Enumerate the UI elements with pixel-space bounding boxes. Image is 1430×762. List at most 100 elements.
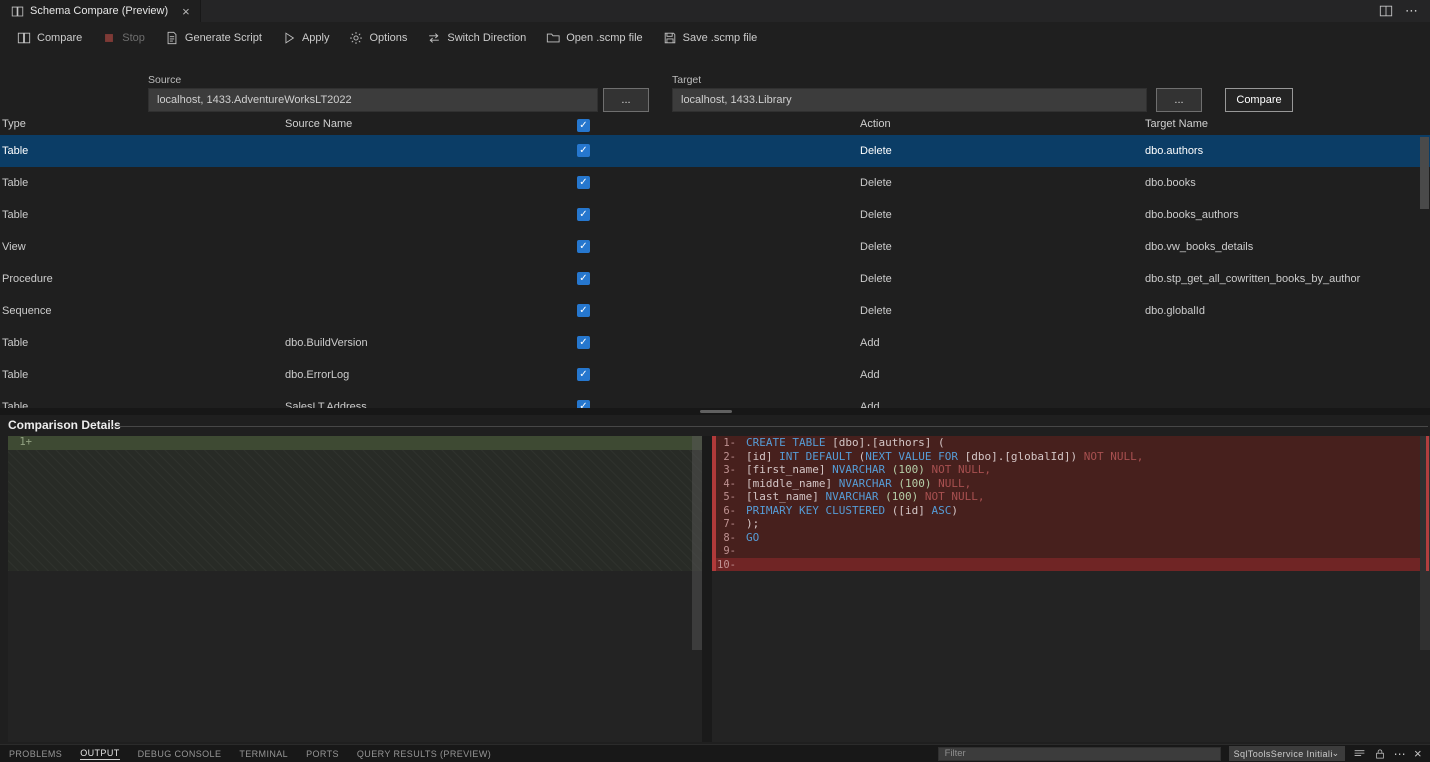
cell-action: Add	[860, 401, 880, 408]
diff-target-scrollbar[interactable]	[1420, 436, 1430, 650]
chevron-down-icon: ⌄	[1332, 748, 1340, 759]
grid-scrollbar[interactable]	[1420, 137, 1429, 405]
row-include-checkbox[interactable]: ✓	[577, 272, 590, 285]
panel-close-icon[interactable]: ×	[1414, 746, 1422, 761]
row-include-checkbox[interactable]: ✓	[577, 400, 590, 408]
generate-script-icon	[165, 31, 179, 45]
toolbar-generate-script-button[interactable]: Generate Script	[156, 27, 271, 49]
diff-code-line: 8-GO	[712, 531, 1420, 545]
code-token: CREATE TABLE	[746, 436, 832, 449]
header-checkbox[interactable]: ✓	[577, 119, 590, 132]
cell-action: Delete	[860, 145, 892, 157]
table-row[interactable]: Tabledbo.BuildVersionAdd✓	[0, 327, 1430, 359]
diff-source-scrollbar[interactable]	[692, 436, 702, 650]
lock-scroll-icon[interactable]	[1374, 748, 1386, 760]
target-label: Target	[672, 74, 701, 86]
cell-action: Delete	[860, 305, 892, 317]
code-token: INT DEFAULT	[779, 450, 858, 463]
panel-tab-query-results-preview[interactable]: QUERY RESULTS (PREVIEW)	[348, 745, 500, 762]
table-row[interactable]: TableDeletedbo.books_authors✓	[0, 199, 1430, 231]
row-include-checkbox[interactable]: ✓	[577, 368, 590, 381]
code-token: (100)	[898, 477, 938, 490]
compare-button[interactable]: Compare	[1225, 88, 1293, 112]
diff-code-line: 2-[id] INT DEFAULT (NEXT VALUE FOR [dbo]…	[712, 450, 1420, 464]
schema-compare-window: Schema Compare (Preview) × ⋯ CompareStop…	[0, 0, 1430, 762]
column-type[interactable]: Type	[2, 118, 26, 130]
table-row[interactable]: TableDeletedbo.authors✓	[0, 135, 1430, 167]
target-input[interactable]	[672, 88, 1147, 112]
column-action[interactable]: Action	[860, 118, 891, 130]
panel-more-actions-icon[interactable]: ⋯	[1394, 747, 1406, 761]
code-token: GO	[746, 531, 759, 544]
tab-schema-compare[interactable]: Schema Compare (Preview) ×	[0, 0, 201, 22]
column-target-name[interactable]: Target Name	[1145, 118, 1208, 130]
code-token: [id]	[746, 450, 779, 463]
row-include-checkbox[interactable]: ✓	[577, 304, 590, 317]
cell-type: Sequence	[2, 305, 52, 317]
cell-type: Table	[2, 209, 28, 221]
diff-source-filler-region	[8, 450, 702, 572]
table-row[interactable]: TableDeletedbo.books✓	[0, 167, 1430, 199]
toolbar-save-scmp-button[interactable]: Save .scmp file	[654, 27, 767, 49]
diff-line-number: 5-	[712, 491, 746, 505]
split-editor-icon[interactable]	[1379, 4, 1393, 18]
cell-action: Add	[860, 369, 880, 381]
toolbar-apply-button[interactable]: Apply	[273, 27, 339, 49]
gear-icon	[349, 31, 363, 45]
source-browse-button[interactable]: ...	[603, 88, 649, 112]
splitter-handle[interactable]	[700, 410, 732, 413]
output-filter-input[interactable]	[938, 747, 1221, 761]
source-input[interactable]	[148, 88, 598, 112]
panel-tab-terminal[interactable]: TERMINAL	[230, 745, 297, 762]
toolbar-open-scmp-button[interactable]: Open .scmp file	[537, 27, 651, 49]
diff-target-pane[interactable]: 1-CREATE TABLE [dbo].[authors] (2-[id] I…	[712, 436, 1430, 742]
code-token: NOT NULL,	[925, 490, 985, 503]
comparison-grid: TableDeletedbo.authors✓TableDeletedbo.bo…	[0, 135, 1430, 408]
table-row[interactable]: SequenceDeletedbo.globalId✓	[0, 295, 1430, 327]
diff-code-line: 9-	[712, 544, 1420, 558]
horizontal-splitter[interactable]	[0, 408, 1430, 415]
cell-action: Delete	[860, 209, 892, 221]
row-include-checkbox[interactable]: ✓	[577, 240, 590, 253]
code-token: (100)	[885, 490, 925, 503]
save-icon	[663, 31, 677, 45]
code-token: NEXT VALUE FOR	[865, 450, 964, 463]
row-include-checkbox[interactable]: ✓	[577, 208, 590, 221]
panel-tab-debug-console[interactable]: DEBUG CONSOLE	[129, 745, 231, 762]
panel-tab-ports[interactable]: PORTS	[297, 745, 348, 762]
diff-line-number: 2-	[712, 451, 746, 465]
target-browse-button[interactable]: ...	[1156, 88, 1202, 112]
grid-scrollbar-thumb[interactable]	[1420, 137, 1429, 209]
tab-close-icon[interactable]: ×	[182, 4, 190, 19]
table-row[interactable]: ProcedureDeletedbo.stp_get_all_cowritten…	[0, 263, 1430, 295]
compare-icon	[17, 31, 31, 45]
cell-target-name: dbo.authors	[1145, 145, 1203, 157]
diff-source-pane[interactable]: 1+	[8, 436, 702, 742]
clear-output-icon[interactable]	[1353, 747, 1366, 760]
column-source-name[interactable]: Source Name	[285, 118, 352, 130]
panel-actions: SqlToolsService Initializ ⌄ ⋯ ×	[938, 746, 1430, 761]
row-include-checkbox[interactable]: ✓	[577, 336, 590, 349]
diff-source-added-line	[8, 436, 702, 450]
diff-sash[interactable]	[702, 436, 712, 742]
row-include-checkbox[interactable]: ✓	[577, 176, 590, 189]
code-token: NVARCHAR	[832, 463, 892, 476]
toolbar-button-label: Save .scmp file	[683, 32, 758, 44]
toolbar-compare-button[interactable]: Compare	[8, 27, 91, 49]
stop-icon	[102, 31, 116, 45]
grid-header: Type Source Name ✓ Action Target Name	[0, 117, 1430, 135]
diff-line-number: 1-	[712, 437, 746, 451]
table-row[interactable]: Tabledbo.ErrorLogAdd✓	[0, 359, 1430, 391]
panel-tab-problems[interactable]: PROBLEMS	[0, 745, 71, 762]
output-channel-select[interactable]: SqlToolsService Initializ ⌄	[1229, 746, 1345, 761]
toolbar-options-button[interactable]: Options	[340, 27, 416, 49]
cell-action: Delete	[860, 241, 892, 253]
panel-tab-output[interactable]: OUTPUT	[71, 745, 128, 762]
panel-tab-label: OUTPUT	[80, 748, 119, 760]
editor-more-actions-icon[interactable]: ⋯	[1405, 3, 1418, 19]
table-row[interactable]: TableSalesLT.AddressAdd✓	[0, 391, 1430, 408]
toolbar-switch-direction-button[interactable]: Switch Direction	[418, 27, 535, 49]
row-include-checkbox[interactable]: ✓	[577, 144, 590, 157]
table-row[interactable]: ViewDeletedbo.vw_books_details✓	[0, 231, 1430, 263]
diff-line-number: 8-	[712, 532, 746, 546]
